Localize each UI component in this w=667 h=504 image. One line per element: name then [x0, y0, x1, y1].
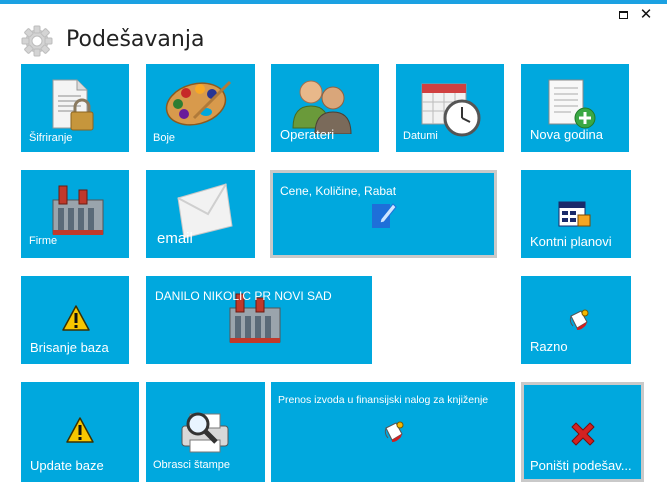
tile-danilo-nikolic[interactable]: DANILO NIKOLIC PR NOVI SAD [146, 276, 372, 364]
tile-brisanje-baza[interactable]: Brisanje baza [21, 276, 129, 364]
gear-icon [20, 24, 54, 58]
tile-kontni-planovi[interactable]: Kontni planovi [521, 170, 631, 258]
tile-label: Cene, Količine, Rabat [280, 184, 397, 198]
tile-label: Razno [530, 339, 568, 354]
tile-label: Šifriranje [29, 132, 73, 144]
tile-razno[interactable]: Razno [521, 276, 631, 364]
tile-label: Brisanje baza [30, 340, 109, 355]
tile-ponisti-podesavanja[interactable]: Poništi podešav... [521, 382, 644, 482]
tile-label: Boje [153, 132, 176, 144]
maximize-icon [618, 11, 628, 19]
document-add-icon [547, 78, 597, 132]
tile-update-baze[interactable]: Update baze [21, 382, 139, 482]
page-title: Podešavanja [66, 27, 205, 52]
tile-operateri[interactable]: Operateri [271, 64, 379, 152]
users-icon [289, 76, 355, 134]
palette-icon [164, 78, 232, 128]
print-preview-icon [178, 410, 232, 454]
warning-icon [65, 416, 95, 444]
tile-sifriranje[interactable]: Šifriranje [21, 64, 129, 152]
accent-bar [0, 0, 667, 4]
paint-bucket-icon [568, 308, 590, 332]
tile-label: Datumi [403, 130, 438, 142]
close-button[interactable]: ✕ [639, 7, 653, 22]
tile-email[interactable]: email [146, 170, 255, 258]
maximize-button[interactable] [616, 8, 630, 22]
factory-icon [49, 184, 107, 238]
chart-of-accounts-icon [558, 198, 592, 228]
tile-label: Poništi podešav... [530, 458, 632, 473]
tile-label: Nova godina [530, 127, 603, 142]
red-x-icon [568, 419, 598, 449]
tile-label: Operateri [280, 127, 335, 142]
tile-nova-godina[interactable]: Nova godina [521, 64, 629, 152]
tile-label: email [157, 230, 193, 247]
tile-datumi[interactable]: Datumi [396, 64, 504, 152]
paint-bucket-icon [383, 420, 405, 444]
tile-label: Kontni planovi [530, 234, 612, 249]
tile-cene-kolicine-rabat[interactable]: Cene, Količine, Rabat [270, 170, 497, 258]
tile-label: Prenos izvoda u finansijski nalog za knj… [278, 394, 489, 406]
tile-label: Update baze [30, 458, 104, 473]
tile-label: Obrasci štampe [153, 459, 231, 471]
tile-obrasci-stampe[interactable]: Obrasci štampe [146, 382, 265, 482]
document-lock-icon [49, 78, 95, 134]
tile-firme[interactable]: Firme [21, 170, 129, 258]
edit-icon [371, 201, 397, 229]
tile-label: DANILO NIKOLIC PR NOVI SAD [155, 289, 332, 303]
tile-boje[interactable]: Boje [146, 64, 255, 152]
tile-prenos-izvoda[interactable]: Prenos izvoda u finansijski nalog za knj… [271, 382, 515, 482]
tile-label: Firme [29, 235, 58, 247]
warning-icon [61, 304, 91, 332]
